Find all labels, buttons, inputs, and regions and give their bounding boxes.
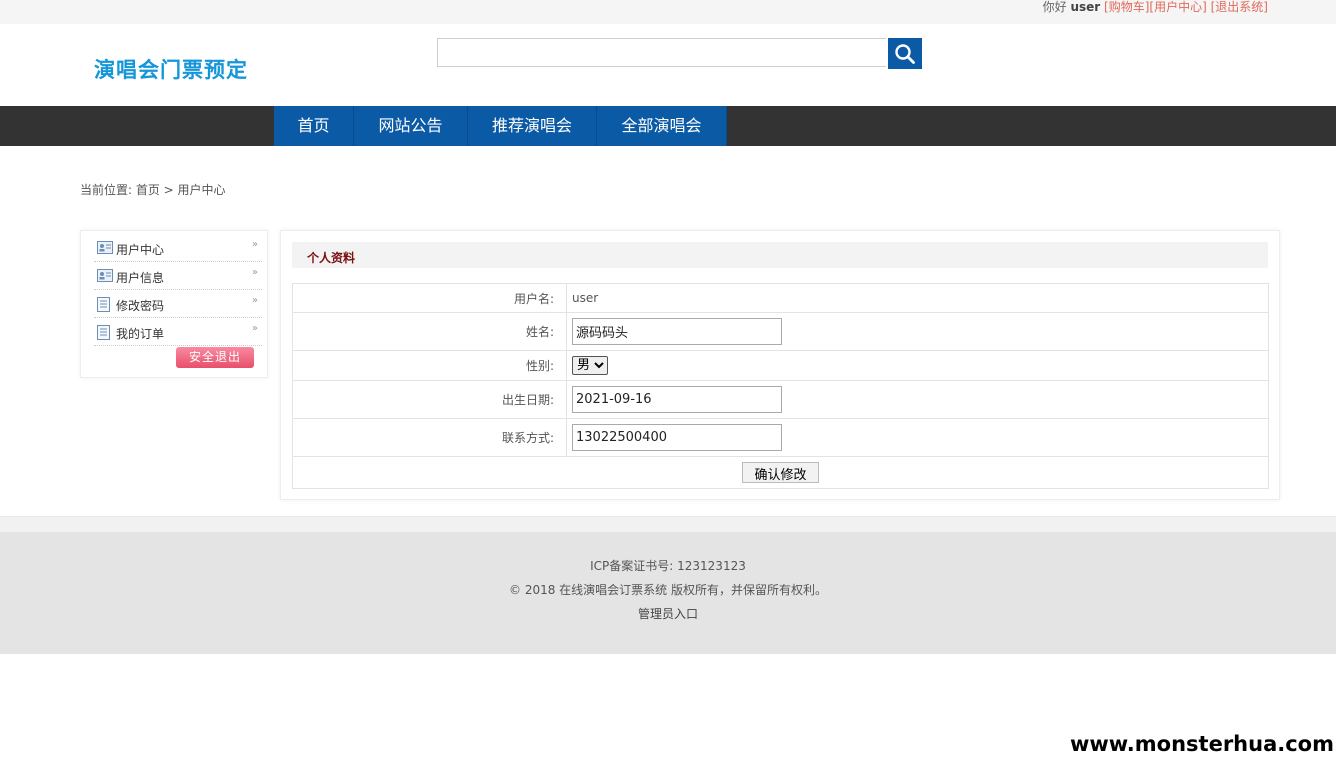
safe-logout-button[interactable]: 安全退出 xyxy=(176,347,254,368)
document-icon xyxy=(97,297,110,312)
id-card-icon xyxy=(97,241,113,254)
chevron-right-icon: » xyxy=(251,239,258,250)
user-center-link[interactable]: [用户中心] xyxy=(1149,0,1206,14)
footer-divider xyxy=(0,516,1336,532)
search-button[interactable] xyxy=(888,38,922,69)
header: 演唱会门票预定 xyxy=(0,24,1336,106)
panel-title: 个人资料 xyxy=(307,251,356,265)
id-card-icon xyxy=(97,269,113,282)
user-sidebar: 用户中心 » 用户信息 » 修改密码 » 我的订单 » 安全退出 xyxy=(80,230,268,378)
logout-link[interactable]: [退出系统] xyxy=(1211,0,1268,14)
document-icon xyxy=(97,325,110,340)
watermark: www.monsterhua.com xyxy=(1069,732,1334,756)
site-logo[interactable]: 演唱会门票预定 xyxy=(94,54,248,84)
chevron-right-icon: » xyxy=(251,295,258,306)
greeting-text: 你好 xyxy=(1042,0,1067,14)
cart-link[interactable]: [购物车] xyxy=(1104,0,1149,14)
footer: ICP备案证书号: 123123123 © 2018 在线演唱会订票系统 版权所… xyxy=(0,532,1336,654)
profile-panel: 个人资料 用户名: user 姓名: 性别: 男 出生日期: 联系方式: 确认修… xyxy=(280,230,1280,500)
sidebar-item-change-password[interactable]: 修改密码 » xyxy=(94,290,262,318)
name-label: 姓名: xyxy=(292,312,567,351)
search-input[interactable] xyxy=(437,38,886,67)
breadcrumb: 当前位置: 首页 > 用户中心 xyxy=(80,183,226,197)
top-bar: 你好 user [购物车][用户中心] [退出系统] xyxy=(0,0,1336,24)
panel-header: 个人资料 xyxy=(292,242,1268,268)
profile-form: 用户名: user 姓名: 性别: 男 出生日期: 联系方式: 确认修改 xyxy=(292,283,1269,489)
nav-home[interactable]: 首页 xyxy=(274,106,354,146)
chevron-right-icon: » xyxy=(251,323,258,334)
sidebar-item-my-orders[interactable]: 我的订单 » xyxy=(94,318,262,346)
phone-field[interactable] xyxy=(572,424,782,451)
username: user xyxy=(1070,0,1101,14)
nav-all-concerts[interactable]: 全部演唱会 xyxy=(597,106,727,146)
birth-date-label: 出生日期: xyxy=(292,380,567,419)
search-icon xyxy=(895,43,915,64)
sidebar-item-label: 用户信息 xyxy=(116,271,165,285)
admin-entry-link[interactable]: 管理员入口 xyxy=(0,605,1336,622)
sidebar-item-user-center[interactable]: 用户中心 » xyxy=(94,234,262,262)
gender-select[interactable]: 男 xyxy=(572,356,608,375)
user-greeting: 你好 user [购物车][用户中心] [退出系统] xyxy=(1043,0,1268,15)
sidebar-item-label: 用户中心 xyxy=(116,243,165,257)
username-label: 用户名: xyxy=(292,283,567,313)
name-field[interactable] xyxy=(572,318,782,345)
sidebar-item-user-info[interactable]: 用户信息 » xyxy=(94,262,262,290)
gender-label: 性别: xyxy=(292,350,567,381)
nav-announcements[interactable]: 网站公告 xyxy=(354,106,468,146)
confirm-update-button[interactable]: 确认修改 xyxy=(742,462,819,483)
username-value: user xyxy=(566,283,1269,313)
icp-text: ICP备案证书号: 123123123 xyxy=(590,559,746,573)
copyright-text: © 2018 在线演唱会订票系统 版权所有，并保留所有权利。 xyxy=(509,583,827,597)
sidebar-item-label: 修改密码 xyxy=(116,299,165,313)
birth-date-field[interactable] xyxy=(572,386,782,413)
chevron-right-icon: » xyxy=(251,267,258,278)
main-nav: 首页 网站公告 推荐演唱会 全部演唱会 xyxy=(0,106,1336,146)
sidebar-item-label: 我的订单 xyxy=(116,327,165,341)
phone-label: 联系方式: xyxy=(292,418,567,457)
nav-recommended[interactable]: 推荐演唱会 xyxy=(468,106,597,146)
